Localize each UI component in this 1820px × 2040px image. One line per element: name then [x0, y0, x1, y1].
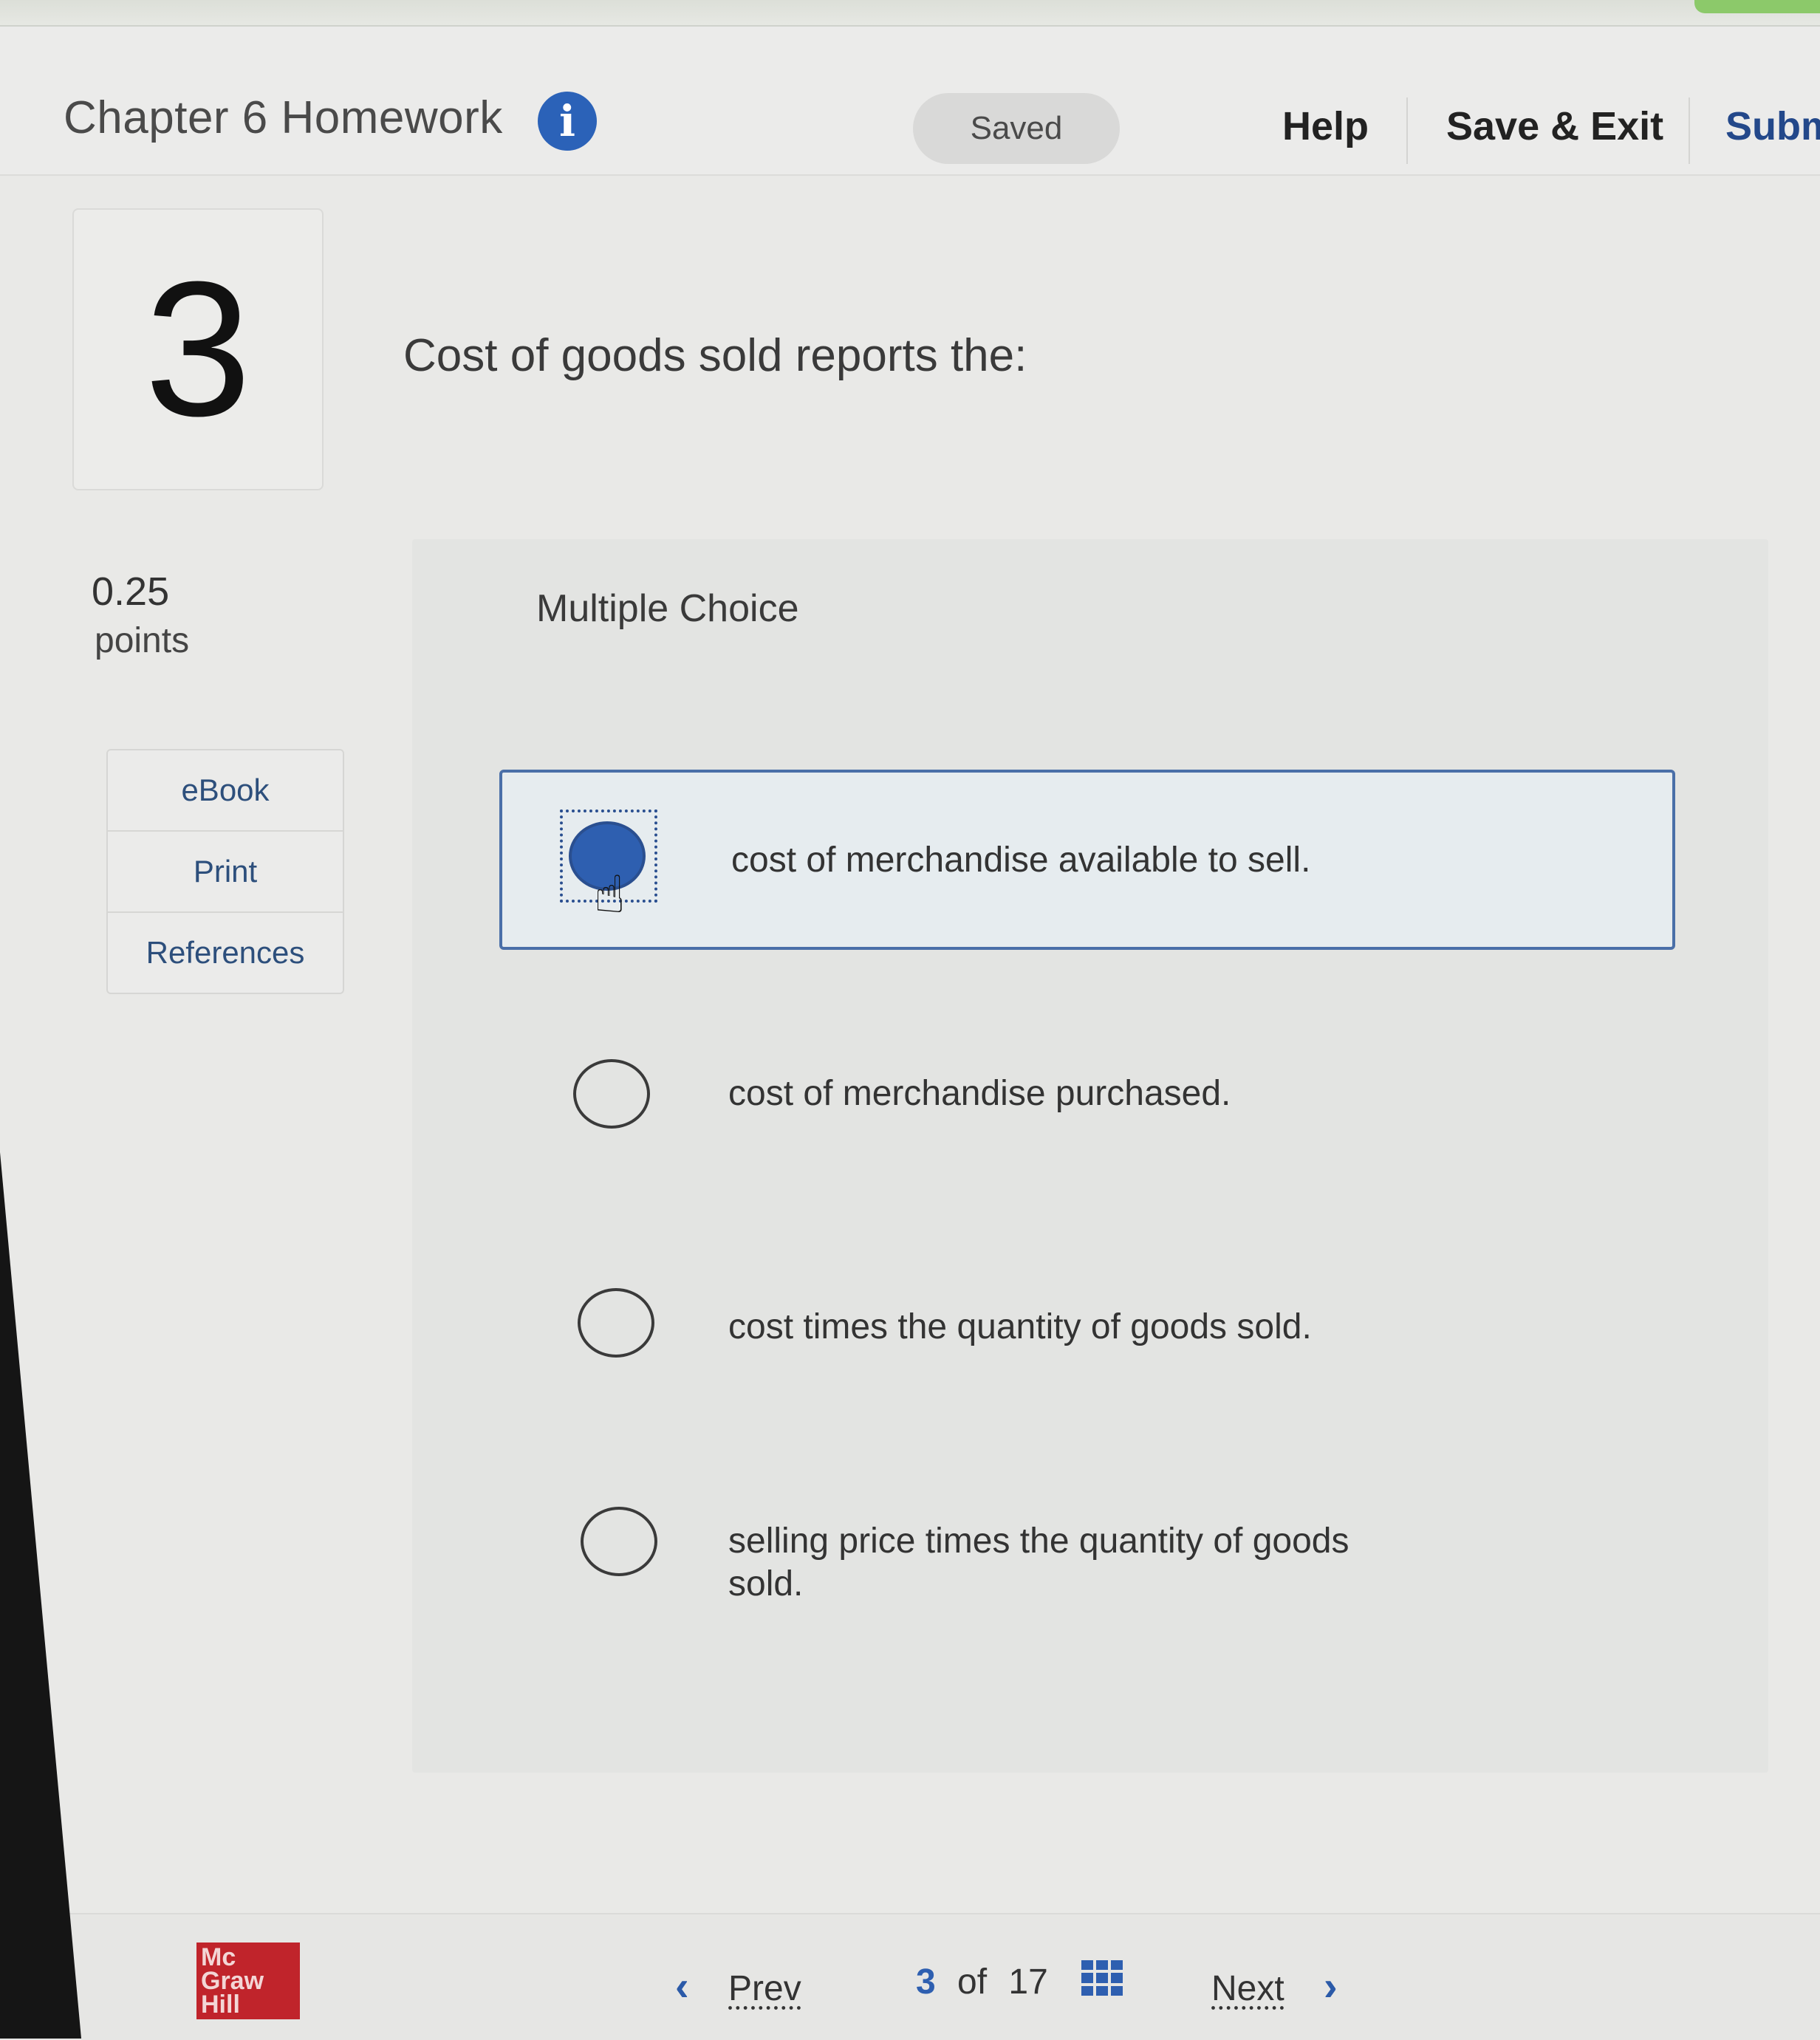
question-grid-icon[interactable]	[1081, 1960, 1123, 1996]
divider	[1406, 97, 1408, 164]
mcgraw-hill-logo: Mc Graw Hill	[196, 1943, 300, 2019]
question-number: 3	[144, 242, 252, 456]
save-exit-button[interactable]: Save & Exit	[1446, 103, 1663, 149]
next-button[interactable]: Next ›	[1211, 1962, 1338, 2010]
choice-option-4[interactable]: selling price times the quantity of good…	[499, 1452, 1669, 1626]
radio-button[interactable]	[581, 1507, 657, 1576]
choice-text: cost times the quantity of goods sold.	[728, 1307, 1312, 1346]
choice-option-3[interactable]: cost times the quantity of goods sold.	[499, 1233, 1669, 1408]
page-indicator: 3 of 17	[916, 1962, 1048, 2002]
prev-label: Prev	[728, 1969, 801, 2008]
references-button[interactable]: References	[108, 913, 343, 993]
help-button[interactable]: Help	[1282, 103, 1369, 149]
assignment-title: Chapter 6 Homework	[64, 92, 503, 143]
browser-accent	[1694, 0, 1820, 13]
saved-status-badge: Saved	[913, 93, 1120, 164]
browser-top-strip	[0, 0, 1820, 27]
submit-button[interactable]: Subm	[1725, 103, 1820, 149]
radio-button[interactable]	[573, 1059, 650, 1129]
screen-bezel	[0, 1152, 81, 2039]
chevron-left-icon: ‹	[675, 1962, 689, 2009]
hand-cursor-icon: ☝	[594, 866, 626, 923]
choice-text: cost of merchandise purchased.	[728, 1074, 1231, 1113]
total-pages: 17	[1008, 1962, 1048, 2002]
next-label: Next	[1211, 1969, 1284, 2008]
question-type-label: Multiple Choice	[536, 587, 799, 630]
choice-option-2[interactable]: cost of merchandise purchased.	[499, 1004, 1669, 1179]
tools-menu: eBook Print References	[106, 749, 344, 994]
divider	[1689, 97, 1690, 164]
points-value: 0.25	[92, 569, 170, 614]
choice-text: selling price times the quantity of good…	[728, 1522, 1349, 1603]
choice-text: cost of merchandise available to sell.	[731, 841, 1311, 880]
question-text: Cost of goods sold reports the:	[403, 330, 1027, 381]
of-label: of	[957, 1962, 988, 2002]
current-page: 3	[916, 1962, 936, 2002]
points-label: points	[95, 621, 190, 660]
ebook-button[interactable]: eBook	[108, 750, 343, 832]
question-number-box: 3	[72, 208, 324, 490]
chevron-right-icon: ›	[1324, 1962, 1338, 2009]
print-button[interactable]: Print	[108, 832, 343, 913]
assignment-header: Chapter 6 Homework i Saved Help Save & E…	[0, 27, 1820, 176]
choice-option-1[interactable]: ☝ cost of merchandise available to sell.	[499, 770, 1675, 950]
info-icon[interactable]: i	[538, 92, 597, 151]
radio-button[interactable]	[578, 1288, 654, 1358]
prev-button[interactable]: ‹ Prev	[675, 1962, 801, 2010]
